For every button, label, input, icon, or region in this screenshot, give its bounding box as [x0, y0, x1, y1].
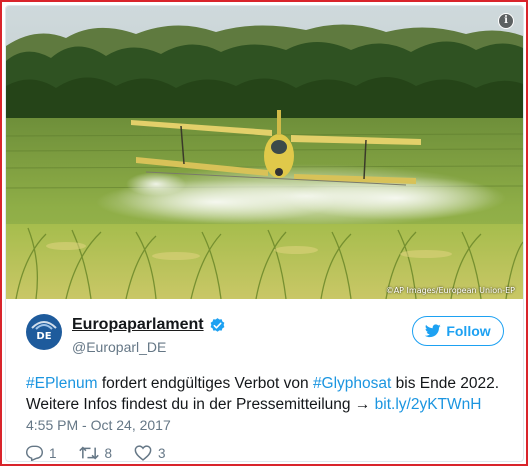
avatar[interactable]: DE: [26, 314, 62, 350]
twitter-bird-icon: [425, 324, 442, 338]
verified-badge-icon: [210, 318, 225, 332]
embedded-tweet-card: i ©AP Images/European Union-EP DE Europa…: [5, 5, 524, 462]
like-action[interactable]: 3: [134, 445, 166, 461]
tweet-text-line2: Weitere Infos findest du in der Pressemi…: [26, 396, 375, 413]
tweet-text: #EPlenum fordert endgültiges Verbot von …: [26, 373, 516, 415]
hashtag-eplenum[interactable]: #EPlenum: [26, 375, 98, 392]
like-count: 3: [158, 445, 166, 461]
reply-count: 1: [49, 445, 57, 461]
tweet-body: DE Europaparlament @Europarl_DE Follow #…: [6, 299, 523, 461]
retweet-action[interactable]: 8: [78, 445, 113, 461]
heart-icon: [134, 445, 152, 461]
follow-button[interactable]: Follow: [412, 316, 504, 346]
crop-duster-photo: [6, 6, 523, 299]
retweet-icon: [78, 446, 99, 460]
tweet-actions: 1 8 3: [26, 445, 166, 461]
reply-icon: [26, 445, 43, 461]
tweet-timestamp[interactable]: 4:55 PM - Oct 24, 2017: [26, 417, 171, 433]
follow-label: Follow: [446, 323, 491, 339]
press-release-link[interactable]: bit.ly/2yKTWnH: [375, 396, 482, 413]
retweet-count: 8: [104, 445, 113, 461]
tweet-photo[interactable]: i ©AP Images/European Union-EP: [6, 6, 523, 299]
screenshot-frame: i ©AP Images/European Union-EP DE Europa…: [0, 0, 528, 466]
account-name[interactable]: Europaparlament: [72, 316, 204, 334]
avatar-text: DE: [36, 331, 52, 342]
photo-credit: ©AP Images/European Union-EP: [385, 286, 515, 295]
account-handle[interactable]: @Europarl_DE: [72, 339, 166, 355]
reply-action[interactable]: 1: [26, 445, 57, 461]
tweet-text-part1: fordert endgültiges Verbot von: [97, 375, 313, 392]
tweet-text-part2: bis Ende 2022.: [391, 375, 500, 392]
info-icon[interactable]: i: [498, 13, 514, 29]
hashtag-glyphosat[interactable]: #Glyphosat: [313, 375, 391, 392]
